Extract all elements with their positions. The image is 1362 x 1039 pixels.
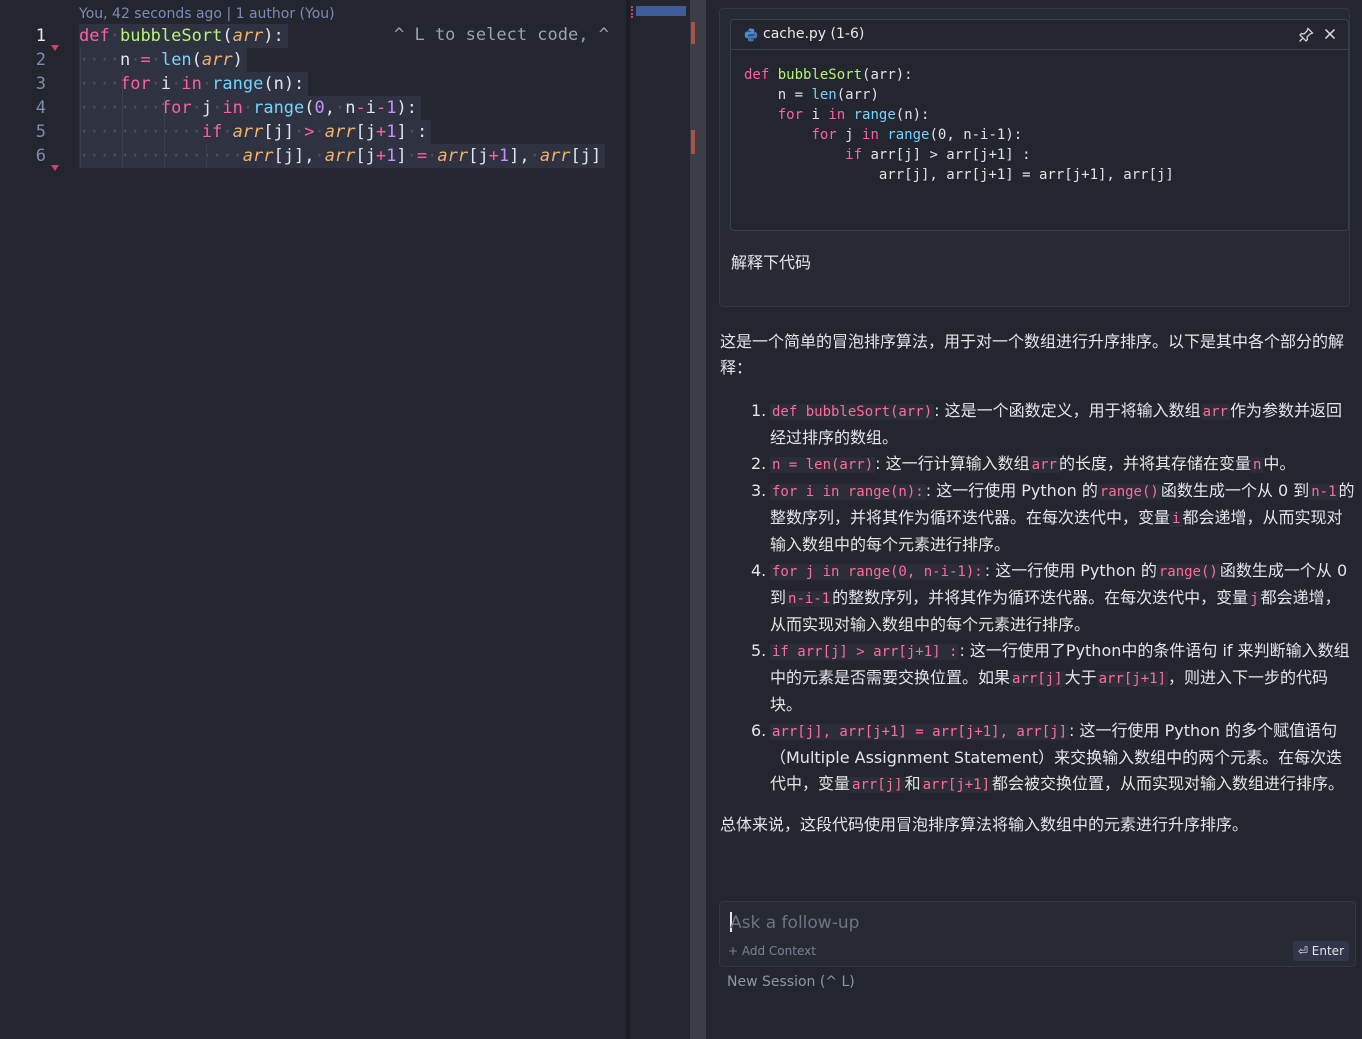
line-number: 6 xyxy=(35,146,46,166)
context-code-block: cache.py (1-6) def bubbleSort(arr): n = … xyxy=(730,19,1349,231)
code-lines[interactable]: 1 def·bubbleSort(arr): 2 ····n·=·len(arr… xyxy=(0,24,626,168)
add-context-button[interactable]: + Add Context xyxy=(728,944,816,958)
context-file-name[interactable]: cache.py (1-6) xyxy=(763,26,864,42)
git-blame-annotation[interactable]: You, 42 seconds ago | 1 author (You) xyxy=(79,6,335,22)
line-code[interactable]: def·bubbleSort(arr): xyxy=(79,24,288,48)
line-number: 4 xyxy=(35,98,46,118)
close-icon[interactable] xyxy=(1322,26,1338,42)
context-code-line: for i in range(n): xyxy=(777,107,930,123)
indent-guide xyxy=(80,48,81,168)
followup-input[interactable] xyxy=(730,908,1290,938)
minimap-viewport[interactable] xyxy=(636,6,686,16)
fold-marker-icon[interactable] xyxy=(51,165,59,171)
context-code-line: arr[j], arr[j+1] = arr[j+1], arr[j] xyxy=(744,167,1174,183)
line-number: 2 xyxy=(35,50,46,70)
minimap-change-marker xyxy=(631,6,633,18)
indent-guide xyxy=(122,72,123,168)
code-line[interactable]: 3 ····for·i·in·range(n): xyxy=(0,72,626,96)
list-item: 6. arr[j], arr[j+1] = arr[j+1], arr[j]: 这… xyxy=(751,721,1345,793)
context-code-header: cache.py (1-6) xyxy=(731,20,1348,50)
line-code[interactable]: ········for·j·in·range(0,·n-i-1): xyxy=(79,96,422,120)
list-item: 3. for i in range(n):: 这一行使用 Python 的 rang… xyxy=(751,481,1355,554)
fold-marker-icon[interactable] xyxy=(51,45,59,51)
minimap[interactable] xyxy=(630,0,690,1039)
code-line[interactable]: 6 ················arr[j],·arr[j+1]·=·arr… xyxy=(0,144,626,168)
line-number: 3 xyxy=(35,74,46,94)
indent-guide xyxy=(164,96,165,168)
line-code[interactable]: ····n·=·len(arr) xyxy=(79,48,247,72)
code-editor[interactable]: You, 42 seconds ago | 1 author (You) ^ L… xyxy=(0,0,626,1039)
line-code[interactable]: ················arr[j],·arr[j+1]·=·arr[j… xyxy=(79,144,606,168)
enter-button[interactable]: ⏎ Enter xyxy=(1292,941,1349,961)
user-message-card: cache.py (1-6) def bubbleSort(arr): n = … xyxy=(719,8,1350,307)
chat-panel: cache.py (1-6) def bubbleSort(arr): n = … xyxy=(706,0,1362,1039)
python-icon xyxy=(744,28,758,42)
line-number: 5 xyxy=(35,122,46,142)
followup-box[interactable]: + Add Context ⏎ Enter xyxy=(719,901,1356,967)
answer-intro: 这是一个简单的冒泡排序算法，用于对一个数组进行升序排序。以下是其中各个部分的解释… xyxy=(720,332,1345,377)
scrollbar-marker xyxy=(691,130,695,154)
code-line[interactable]: 5 ············if·arr[j]·>·arr[j+1]·: xyxy=(0,120,626,144)
user-prompt: 解释下代码 xyxy=(731,253,812,272)
list-item: 1. def bubbleSort(arr): 这是一个函数定义，用于将输入数组 a… xyxy=(751,401,1342,447)
context-code: def bubbleSort(arr): n = len(arr) for i … xyxy=(744,65,1174,185)
context-code-line: for j in range(0, n-i-1): xyxy=(811,127,1023,143)
list-item: 5. if arr[j] > arr[j+1] :: 这一行使用了Python中的… xyxy=(751,641,1350,714)
assistant-answer: 这是一个简单的冒泡排序算法，用于对一个数组进行升序排序。以下是其中各个部分的解释… xyxy=(720,329,1356,838)
vertical-scrollbar[interactable] xyxy=(690,0,706,1039)
context-code-line: def bubbleSort(arr): xyxy=(744,67,913,83)
pin-icon[interactable] xyxy=(1298,27,1314,43)
line-code[interactable]: ············if·arr[j]·>·arr[j+1]·: xyxy=(79,120,432,144)
line-number: 1 xyxy=(35,26,46,46)
new-session-button[interactable]: New Session (^ L) xyxy=(727,974,855,990)
list-item: 4. for j in range(0, n-i-1):: 这一行使用 Pytho… xyxy=(751,561,1348,634)
context-code-line: n = len(arr) xyxy=(744,87,879,103)
scrollbar-marker xyxy=(691,22,695,44)
list-item: 2. n = len(arr): 这一行计算输入数组 arr 的长度，并将其存储在变量… xyxy=(751,454,1296,473)
answer-summary: 总体来说，这段代码使用冒泡排序算法将输入数组中的元素进行升序排序。 xyxy=(720,815,1249,834)
context-code-line: if arr[j] > arr[j+1] : xyxy=(845,147,1031,163)
code-line[interactable]: 1 def·bubbleSort(arr): xyxy=(0,24,626,48)
code-line[interactable]: 2 ····n·=·len(arr) xyxy=(0,48,626,72)
indent-guide xyxy=(206,144,207,168)
line-code[interactable]: ····for·i·in·range(n): xyxy=(79,72,309,96)
code-line[interactable]: 4 ········for·j·in·range(0,·n-i-1): xyxy=(0,96,626,120)
answer-list: 1. def bubbleSort(arr): 这是一个函数定义，用于将输入数组 a… xyxy=(720,398,1356,798)
